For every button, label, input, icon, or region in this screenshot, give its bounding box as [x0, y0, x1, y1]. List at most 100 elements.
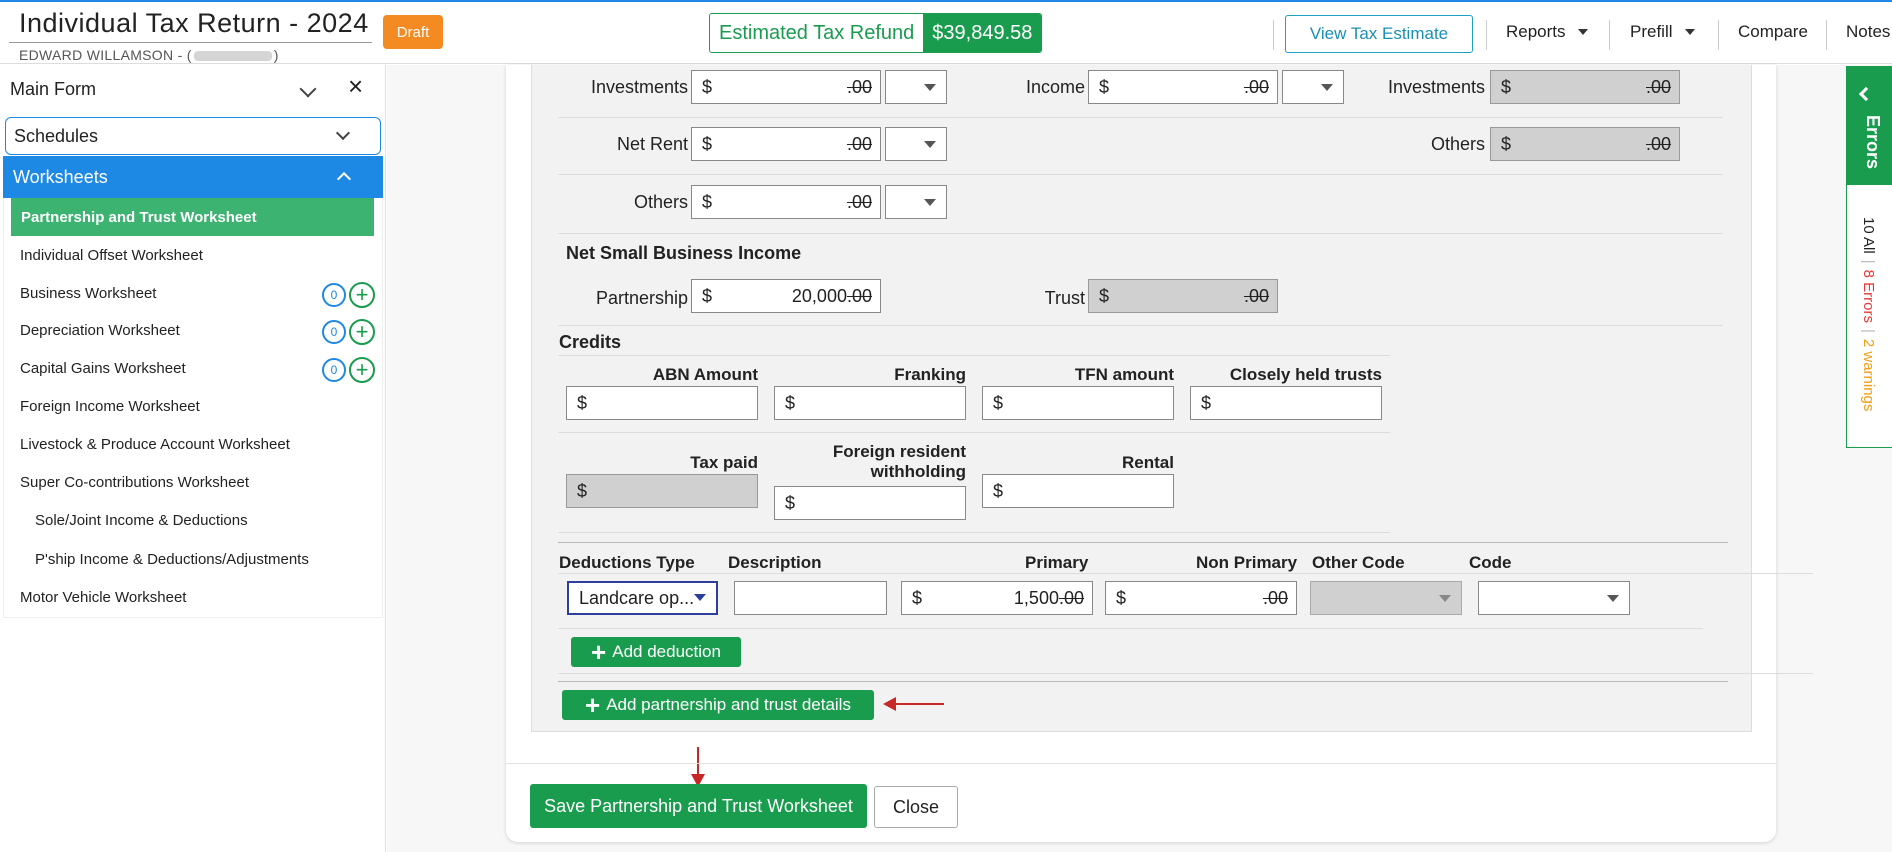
abn-amount-label: ABN Amount [652, 365, 758, 384]
franking-input[interactable]: $ [774, 386, 966, 420]
amount-cents: .00 [1058, 588, 1084, 608]
amount-cents: .00 [1243, 77, 1269, 97]
chevron-down-icon[interactable] [299, 80, 317, 98]
business-count-badge: 0 [322, 283, 346, 307]
sidebar-item-capital-gains[interactable]: Capital Gains Worksheet [20, 360, 186, 377]
schedules-dropdown[interactable]: Schedules [5, 117, 381, 155]
warnings-count[interactable]: 2 warnings [1860, 339, 1877, 412]
errors-count[interactable]: 8 Errors [1860, 270, 1877, 323]
sidebar-item-partnership-trust[interactable]: Partnership and Trust Worksheet [11, 198, 374, 236]
amount-value: 1,500 [1013, 588, 1059, 608]
sidebar-item-motor-vehicle[interactable]: Motor Vehicle Worksheet [20, 589, 186, 606]
currency-symbol: $ [993, 393, 1004, 413]
sidebar-item-individual-offset[interactable]: Individual Offset Worksheet [20, 247, 203, 264]
investments-code-select[interactable] [885, 70, 947, 104]
errors-side-panel[interactable]: Errors 10 All|8 Errors|2 warnings [1846, 66, 1892, 448]
add-capital-gains-icon[interactable]: + [349, 357, 375, 383]
row-divider [558, 628, 1703, 629]
others-label: Others [633, 192, 688, 212]
rental-input[interactable]: $ [982, 474, 1174, 508]
partnership-amount-input[interactable]: $ 20,000.00 [691, 279, 881, 313]
row-divider [558, 174, 1723, 175]
plus-icon: + [585, 690, 601, 720]
foreign-resident-withholding-label: Foreign resident withholding [774, 442, 966, 482]
row-divider [558, 432, 1390, 433]
add-partnership-trust-details-button[interactable]: + Add partnership and trust details [562, 690, 874, 720]
trust-amount-readonly: $ .00 [1088, 279, 1278, 313]
compare-link[interactable]: Compare [1738, 22, 1808, 42]
notes-link[interactable]: Notes [1846, 22, 1890, 42]
abn-amount-input[interactable]: $ [566, 386, 758, 420]
app-header: Individual Tax Return - 2024 EDWARD WILL… [0, 2, 1892, 64]
prefill-label: Prefill [1630, 22, 1673, 41]
sidebar-item-livestock[interactable]: Livestock & Produce Account Worksheet [20, 436, 290, 453]
capital-gains-count-badge: 0 [322, 358, 346, 382]
save-worksheet-button[interactable]: Save Partnership and Trust Worksheet [530, 784, 867, 828]
main-form-dropdown[interactable]: Main Form [10, 79, 96, 100]
currency-symbol: $ [702, 286, 713, 306]
refund-label: Estimated Tax Refund [710, 14, 924, 52]
worksheets-label: Worksheets [13, 166, 108, 187]
sidebar-item-super-co-contributions[interactable]: Super Co-contributions Worksheet [20, 474, 249, 491]
errors-tab-header[interactable]: Errors [1847, 67, 1892, 185]
currency-symbol: $ [1501, 134, 1512, 154]
estimated-refund[interactable]: Estimated Tax Refund $39,849.58 [709, 13, 1043, 53]
deduction-description-input[interactable] [734, 581, 887, 615]
deduction-non-primary-input[interactable]: $ .00 [1105, 581, 1297, 615]
others-amount-input[interactable]: $ .00 [691, 185, 881, 219]
chevron-down-icon [335, 125, 351, 141]
net-small-business-title: Net Small Business Income [566, 243, 802, 263]
sidebar-item-pship-income[interactable]: P'ship Income & Deductions/Adjustments [35, 551, 309, 568]
amount-cents: .00 [846, 192, 872, 212]
errors-title: Errors [1863, 115, 1883, 170]
header-divider [1718, 20, 1719, 50]
add-business-icon[interactable]: + [349, 282, 375, 308]
rental-label: Rental [1122, 453, 1174, 472]
tax-paid-readonly: $ [566, 474, 758, 508]
investments-amount-input[interactable]: $ .00 [691, 70, 881, 104]
net-rent-code-select[interactable] [885, 127, 947, 161]
others-code-select[interactable] [885, 185, 947, 219]
row-divider [558, 532, 1390, 533]
sidebar-item-depreciation[interactable]: Depreciation Worksheet [20, 322, 180, 339]
add-deduction-button[interactable]: + Add deduction [571, 637, 741, 667]
tfn-amount-input[interactable]: $ [982, 386, 1174, 420]
sidebar-item-business[interactable]: Business Worksheet [20, 285, 156, 302]
all-count[interactable]: 10 All [1860, 217, 1877, 254]
foreign-resident-withholding-input[interactable]: $ [774, 486, 966, 520]
prefill-menu[interactable]: Prefill [1630, 22, 1695, 42]
net-rent-label: Net Rent [616, 134, 688, 154]
tfn-amount-label: TFN amount [1074, 365, 1174, 384]
deduction-code-select[interactable] [1478, 581, 1630, 615]
amount-cents: .00 [1262, 588, 1288, 608]
net-rent-amount-input[interactable]: $ .00 [691, 127, 881, 161]
close-button[interactable]: Close [874, 786, 958, 828]
deduction-type-select[interactable]: Landcare op... [567, 581, 718, 615]
add-depreciation-icon[interactable]: + [349, 319, 375, 345]
header-divider [1826, 20, 1827, 50]
closely-held-trusts-input[interactable]: $ [1190, 386, 1382, 420]
income-code-select[interactable] [1282, 70, 1344, 104]
close-icon[interactable]: × [348, 73, 363, 99]
trust-label: Trust [1044, 288, 1085, 308]
sidebar-item-foreign-income[interactable]: Foreign Income Worksheet [20, 398, 200, 415]
deduction-primary-input[interactable]: $ 1,500.00 [901, 581, 1093, 615]
sidebar-item-sole-joint[interactable]: Sole/Joint Income & Deductions [35, 512, 248, 529]
view-tax-estimate-button[interactable]: View Tax Estimate [1285, 15, 1473, 53]
section-divider [558, 681, 1728, 682]
description-header: Description [728, 553, 822, 572]
reports-menu[interactable]: Reports [1506, 22, 1588, 42]
credits-title: Credits [559, 332, 622, 352]
title-underline [9, 42, 372, 43]
worksheets-section-header[interactable]: Worksheets [3, 156, 383, 198]
row-divider [558, 573, 1813, 574]
currency-symbol: $ [993, 481, 1004, 501]
amount-value: 20,000 [791, 286, 847, 306]
deductions-type-header: Deductions Type [559, 553, 695, 572]
income-amount-input[interactable]: $ .00 [1088, 70, 1278, 104]
investments-total-readonly: $ .00 [1490, 70, 1680, 104]
errors-counts: 10 All|8 Errors|2 warnings [1860, 217, 1877, 412]
others-total-readonly: $ .00 [1490, 127, 1680, 161]
code-header: Code [1469, 553, 1512, 572]
foreign-label-line1: Foreign resident [832, 442, 966, 461]
